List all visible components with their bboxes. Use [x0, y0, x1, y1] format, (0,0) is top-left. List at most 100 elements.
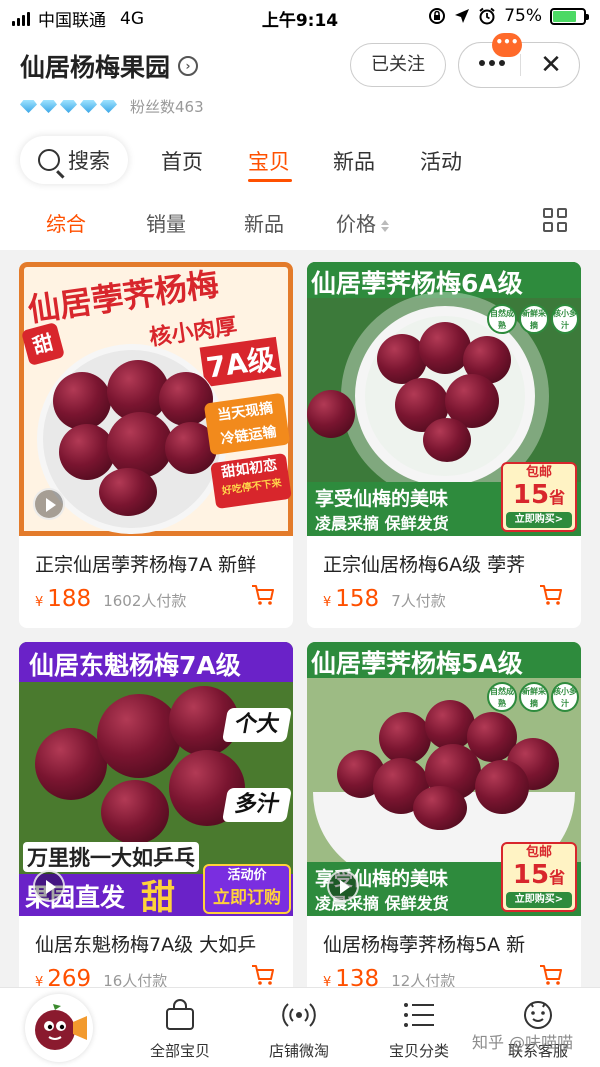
rotation-lock-icon [429, 8, 446, 24]
image-promo: 活动价 立即订购 [203, 864, 291, 914]
diamond-icon [80, 100, 97, 113]
image-tag: 核小多汁 [551, 682, 579, 712]
sort-sales[interactable]: 销量 [146, 208, 186, 237]
follow-button[interactable]: 已关注 [350, 43, 446, 87]
video-play-icon[interactable] [33, 870, 65, 902]
video-play-icon[interactable] [33, 488, 65, 520]
product-title[interactable]: 仙居杨梅荸荠杨梅5A 新 [323, 930, 573, 957]
battery-percent: 75% [504, 6, 542, 26]
add-to-cart-icon[interactable] [251, 584, 275, 606]
sort-comprehensive[interactable]: 综合 [46, 208, 86, 237]
message-badge[interactable]: ••• [492, 33, 522, 57]
image-band: 万里挑一大如乒乓 [23, 842, 199, 872]
status-right: 75% [428, 6, 589, 26]
product-image[interactable]: 仙居荸荠杨梅 核小肉厚 7A级 甜 当天现摘 冷链运输 甜如初恋 好吃停不下来 [19, 262, 293, 536]
fans-count: 粉丝数463 [130, 98, 204, 116]
shop-name: 仙居杨梅果园 [20, 53, 171, 82]
image-promo: 包邮 15省 立即购买> [501, 462, 577, 532]
image-tag: 自然成熟 [487, 682, 517, 712]
video-play-icon[interactable] [327, 870, 359, 902]
image-feature: 个大 [222, 708, 292, 742]
image-slogan: 享受仙梅的美味 [315, 488, 449, 510]
diamond-icon [60, 100, 77, 113]
product-price: 188 [47, 586, 92, 612]
sort-bar: 综合 销量 新品 价格 [0, 192, 600, 250]
image-sweet-badge: 甜 [141, 878, 175, 916]
product-card[interactable]: 仙居荸荠杨梅 核小肉厚 7A级 甜 当天现摘 冷链运输 甜如初恋 好吃停不下来 … [19, 262, 293, 628]
product-price: 158 [335, 586, 380, 612]
product-card[interactable]: 仙居荸荠杨梅6A级 自然成熟 新鲜采摘 核小多汁 享受仙梅的美味 凌晨采摘 保鲜… [307, 262, 581, 628]
currency-symbol: ¥ [35, 595, 44, 610]
battery-fill [553, 10, 576, 22]
tab-activity[interactable]: 活动 [420, 146, 462, 176]
shop-rating: 粉丝数463 [20, 96, 204, 117]
image-slogan-sub: 凌晨采摘 保鲜发货 [315, 514, 449, 533]
watermark: 知乎 @呋喵喵 [472, 1033, 574, 1052]
product-sold-count: 1602人付款 [103, 592, 187, 610]
add-to-cart-icon[interactable] [539, 584, 563, 606]
diamond-icon [20, 100, 37, 113]
tab-shop-feed[interactable]: 店铺微淘 [254, 998, 344, 1061]
tab-new[interactable]: 新品 [333, 146, 375, 176]
tab-categories[interactable]: 宝贝分类 [374, 998, 464, 1061]
tab-label: 全部宝贝 [149, 1042, 210, 1060]
product-card[interactable]: 仙居荸荠杨梅5A级 自然成熟 新鲜采摘 核小多汁 享受仙梅的美味 凌晨采摘 保鲜… [307, 642, 581, 1008]
sort-price[interactable]: 价格 [336, 208, 389, 237]
image-tag: 新鲜采摘 [519, 304, 549, 334]
product-price-row: ¥ 188 1602人付款 [35, 586, 186, 612]
grid-view-icon[interactable] [543, 208, 567, 232]
image-headline: 仙居东魁杨梅7A级 [29, 651, 241, 680]
image-tag: 自然成熟 [487, 304, 517, 334]
capsule-divider [520, 54, 521, 76]
close-icon[interactable]: ✕ [537, 50, 565, 80]
product-sold-count: 7人付款 [391, 592, 446, 610]
product-price-row: ¥ 158 7人付款 [323, 586, 446, 612]
search-button[interactable]: 搜索 [20, 136, 128, 184]
tab-products[interactable]: 宝贝 [248, 146, 290, 176]
location-arrow-icon [455, 9, 470, 23]
image-headline: 仙居荸荠杨梅6A级 [311, 269, 523, 298]
broadcast-icon [282, 1003, 316, 1027]
product-image[interactable]: 仙居荸荠杨梅5A级 自然成熟 新鲜采摘 核小多汁 享受仙梅的美味 凌晨采摘 保鲜… [307, 642, 581, 916]
shopping-bag-icon [166, 999, 194, 1030]
shop-avatar[interactable] [25, 994, 93, 1062]
battery-icon [550, 7, 589, 25]
chevron-right-icon[interactable]: › [178, 56, 199, 76]
product-image[interactable]: 仙居东魁杨梅7A级 个大 多汁 万里挑一大如乒乓 果园直发 甜 活动价 立即订购 [19, 642, 293, 916]
product-title[interactable]: 正宗仙居荸荠杨梅7A 新鲜 [35, 550, 285, 577]
tab-label: 店铺微淘 [268, 1042, 329, 1060]
sort-arrows-icon [381, 219, 389, 232]
currency-symbol: ¥ [323, 595, 332, 610]
image-feature: 多汁 [222, 788, 292, 822]
customer-service-icon [524, 1001, 552, 1029]
image-promo: 包邮 15省 立即购买> [501, 842, 577, 912]
search-label: 搜索 [68, 149, 110, 173]
image-tag: 核小多汁 [551, 304, 579, 334]
image-tag: 新鲜采摘 [519, 682, 549, 712]
product-title[interactable]: 正宗仙居杨梅6A级 荸荠 [323, 550, 573, 577]
mini-program-capsule: ••• ✕ [458, 33, 580, 88]
shop-nav: 搜索 首页 宝贝 新品 活动 [0, 132, 600, 192]
tab-all-products[interactable]: 全部宝贝 [135, 998, 225, 1061]
tab-home[interactable]: 首页 [161, 146, 203, 176]
diamond-icon [40, 100, 57, 113]
image-chip-fresh: 当天现摘 冷链运输 [203, 392, 291, 456]
search-icon [38, 149, 60, 171]
shop-name-row[interactable]: 仙居杨梅果园 › [20, 48, 199, 84]
more-icon[interactable] [479, 60, 505, 66]
product-title[interactable]: 仙居东魁杨梅7A级 大如乒 [35, 930, 285, 957]
add-to-cart-icon[interactable] [251, 964, 275, 986]
bottom-tab-bar: 全部宝贝 店铺微淘 宝贝分类 联系客服 [0, 987, 600, 1067]
product-image[interactable]: 仙居荸荠杨梅6A级 自然成熟 新鲜采摘 核小多汁 享受仙梅的美味 凌晨采摘 保鲜… [307, 262, 581, 536]
active-tab-indicator [248, 179, 292, 182]
sort-new[interactable]: 新品 [244, 208, 284, 237]
status-bar: 中国联通 4G 上午9:14 75% [0, 0, 600, 32]
shop-header: 仙居杨梅果园 › 粉丝数463 已关注 ••• ✕ [0, 32, 600, 132]
image-headline: 仙居荸荠杨梅5A级 [311, 649, 523, 678]
product-card[interactable]: 仙居东魁杨梅7A级 个大 多汁 万里挑一大如乒乓 果园直发 甜 活动价 立即订购… [19, 642, 293, 1008]
sort-price-label: 价格 [336, 212, 376, 236]
diamond-icon [100, 100, 117, 113]
tab-label: 宝贝分类 [388, 1042, 449, 1060]
add-to-cart-icon[interactable] [539, 964, 563, 986]
list-icon [404, 1003, 434, 1027]
